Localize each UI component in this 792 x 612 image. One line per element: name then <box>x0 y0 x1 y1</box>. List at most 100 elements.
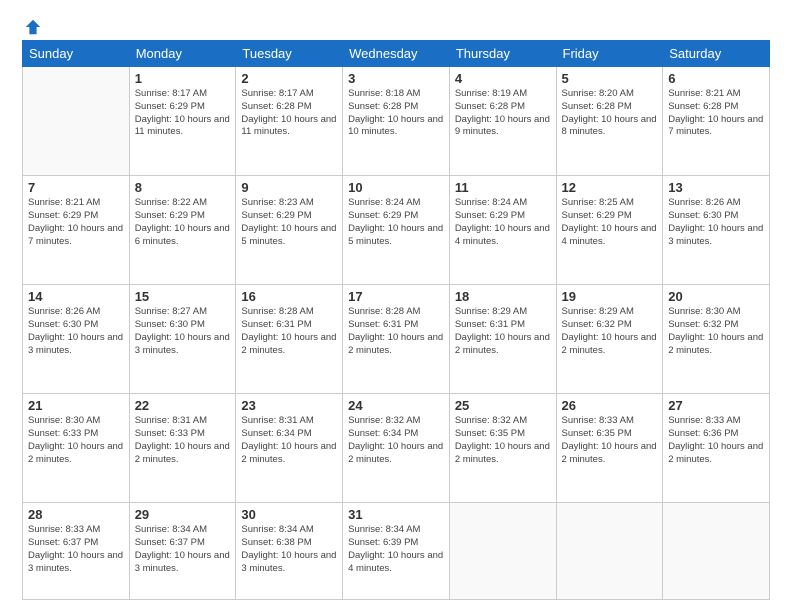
day-info: Sunrise: 8:27 AMSunset: 6:30 PMDaylight:… <box>135 306 231 357</box>
day-number: 11 <box>455 180 551 195</box>
day-of-week-header: Friday <box>556 41 663 67</box>
calendar-cell: 24 Sunrise: 8:32 AMSunset: 6:34 PMDayligh… <box>343 394 450 503</box>
day-info: Sunrise: 8:34 AMSunset: 6:39 PMDaylight:… <box>348 524 444 575</box>
day-number: 25 <box>455 398 551 413</box>
day-of-week-header: Tuesday <box>236 41 343 67</box>
day-info: Sunrise: 8:19 AMSunset: 6:28 PMDaylight:… <box>455 88 551 139</box>
calendar-cell: 17 Sunrise: 8:28 AMSunset: 6:31 PMDayligh… <box>343 285 450 394</box>
calendar-cell: 15Sunrise: 8:27 AMSunset: 6:30 PMDayligh… <box>129 285 236 394</box>
day-of-week-header: Saturday <box>663 41 770 67</box>
day-info: Sunrise: 8:20 AMSunset: 6:28 PMDaylight:… <box>562 88 658 139</box>
calendar-cell: 6Sunrise: 8:21 AMSunset: 6:28 PMDaylight… <box>663 67 770 176</box>
day-number: 23 <box>241 398 337 413</box>
day-number: 27 <box>668 398 764 413</box>
calendar-cell: 5Sunrise: 8:20 AMSunset: 6:28 PMDaylight… <box>556 67 663 176</box>
calendar-cell: 8 Sunrise: 8:22 AMSunset: 6:29 PMDaylight… <box>129 176 236 285</box>
day-number: 28 <box>28 507 124 522</box>
day-info: Sunrise: 8:32 AMSunset: 6:34 PMDaylight:… <box>348 415 444 466</box>
day-number: 1 <box>135 71 231 86</box>
day-info: Sunrise: 8:25 AMSunset: 6:29 PMDaylight:… <box>562 197 658 248</box>
calendar-cell: 2 Sunrise: 8:17 AMSunset: 6:28 PMDaylight… <box>236 67 343 176</box>
day-info: Sunrise: 8:24 AMSunset: 6:29 PMDaylight:… <box>348 197 444 248</box>
day-info: Sunrise: 8:30 AMSunset: 6:33 PMDaylight:… <box>28 415 124 466</box>
calendar-cell: 18Sunrise: 8:29 AMSunset: 6:31 PMDayligh… <box>449 285 556 394</box>
day-info: Sunrise: 8:32 AMSunset: 6:35 PMDaylight:… <box>455 415 551 466</box>
calendar-cell: 31 Sunrise: 8:34 AMSunset: 6:39 PMDayligh… <box>343 503 450 600</box>
day-number: 26 <box>562 398 658 413</box>
calendar-cell: 27 Sunrise: 8:33 AMSunset: 6:36 PMDayligh… <box>663 394 770 503</box>
day-of-week-header: Thursday <box>449 41 556 67</box>
calendar-cell: 13 Sunrise: 8:26 AMSunset: 6:30 PMDayligh… <box>663 176 770 285</box>
calendar: SundayMondayTuesdayWednesdayThursdayFrid… <box>22 40 770 600</box>
day-info: Sunrise: 8:30 AMSunset: 6:32 PMDaylight:… <box>668 306 764 357</box>
calendar-cell <box>23 67 130 176</box>
page: SundayMondayTuesdayWednesdayThursdayFrid… <box>0 0 792 612</box>
calendar-cell: 3 Sunrise: 8:18 AMSunset: 6:28 PMDaylight… <box>343 67 450 176</box>
day-number: 12 <box>562 180 658 195</box>
calendar-cell: 11 Sunrise: 8:24 AMSunset: 6:29 PMDayligh… <box>449 176 556 285</box>
day-info: Sunrise: 8:17 AMSunset: 6:29 PMDaylight:… <box>135 88 231 139</box>
header <box>22 18 770 32</box>
day-number: 9 <box>241 180 337 195</box>
calendar-cell: 19 Sunrise: 8:29 AMSunset: 6:32 PMDayligh… <box>556 285 663 394</box>
day-number: 22 <box>135 398 231 413</box>
day-number: 10 <box>348 180 444 195</box>
day-number: 29 <box>135 507 231 522</box>
calendar-cell: 26 Sunrise: 8:33 AMSunset: 6:35 PMDayligh… <box>556 394 663 503</box>
calendar-cell: 23 Sunrise: 8:31 AMSunset: 6:34 PMDayligh… <box>236 394 343 503</box>
day-number: 30 <box>241 507 337 522</box>
day-info: Sunrise: 8:33 AMSunset: 6:35 PMDaylight:… <box>562 415 658 466</box>
calendar-cell <box>449 503 556 600</box>
calendar-cell: 20 Sunrise: 8:30 AMSunset: 6:32 PMDayligh… <box>663 285 770 394</box>
day-info: Sunrise: 8:24 AMSunset: 6:29 PMDaylight:… <box>455 197 551 248</box>
logo-text <box>22 18 42 36</box>
calendar-cell: 4 Sunrise: 8:19 AMSunset: 6:28 PMDaylight… <box>449 67 556 176</box>
day-info: Sunrise: 8:34 AMSunset: 6:37 PMDaylight:… <box>135 524 231 575</box>
calendar-cell: 29 Sunrise: 8:34 AMSunset: 6:37 PMDayligh… <box>129 503 236 600</box>
day-number: 17 <box>348 289 444 304</box>
day-info: Sunrise: 8:34 AMSunset: 6:38 PMDaylight:… <box>241 524 337 575</box>
day-info: Sunrise: 8:17 AMSunset: 6:28 PMDaylight:… <box>241 88 337 139</box>
day-info: Sunrise: 8:31 AMSunset: 6:34 PMDaylight:… <box>241 415 337 466</box>
calendar-header-row: SundayMondayTuesdayWednesdayThursdayFrid… <box>23 41 770 67</box>
day-number: 14 <box>28 289 124 304</box>
day-info: Sunrise: 8:33 AMSunset: 6:36 PMDaylight:… <box>668 415 764 466</box>
calendar-cell <box>556 503 663 600</box>
day-info: Sunrise: 8:21 AMSunset: 6:29 PMDaylight:… <box>28 197 124 248</box>
day-info: Sunrise: 8:23 AMSunset: 6:29 PMDaylight:… <box>241 197 337 248</box>
day-info: Sunrise: 8:28 AMSunset: 6:31 PMDaylight:… <box>241 306 337 357</box>
day-info: Sunrise: 8:31 AMSunset: 6:33 PMDaylight:… <box>135 415 231 466</box>
calendar-cell: 9 Sunrise: 8:23 AMSunset: 6:29 PMDaylight… <box>236 176 343 285</box>
day-info: Sunrise: 8:28 AMSunset: 6:31 PMDaylight:… <box>348 306 444 357</box>
day-number: 16 <box>241 289 337 304</box>
day-number: 4 <box>455 71 551 86</box>
day-number: 8 <box>135 180 231 195</box>
logo <box>22 18 42 32</box>
day-number: 2 <box>241 71 337 86</box>
day-info: Sunrise: 8:26 AMSunset: 6:30 PMDaylight:… <box>668 197 764 248</box>
calendar-cell: 16 Sunrise: 8:28 AMSunset: 6:31 PMDayligh… <box>236 285 343 394</box>
day-number: 19 <box>562 289 658 304</box>
day-info: Sunrise: 8:26 AMSunset: 6:30 PMDaylight:… <box>28 306 124 357</box>
day-of-week-header: Monday <box>129 41 236 67</box>
day-number: 6 <box>668 71 764 86</box>
day-number: 7 <box>28 180 124 195</box>
day-info: Sunrise: 8:18 AMSunset: 6:28 PMDaylight:… <box>348 88 444 139</box>
calendar-cell: 12 Sunrise: 8:25 AMSunset: 6:29 PMDayligh… <box>556 176 663 285</box>
calendar-cell: 22 Sunrise: 8:31 AMSunset: 6:33 PMDayligh… <box>129 394 236 503</box>
day-info: Sunrise: 8:29 AMSunset: 6:31 PMDaylight:… <box>455 306 551 357</box>
day-info: Sunrise: 8:22 AMSunset: 6:29 PMDaylight:… <box>135 197 231 248</box>
calendar-cell: 21Sunrise: 8:30 AMSunset: 6:33 PMDayligh… <box>23 394 130 503</box>
calendar-cell: 10 Sunrise: 8:24 AMSunset: 6:29 PMDayligh… <box>343 176 450 285</box>
day-number: 31 <box>348 507 444 522</box>
day-number: 24 <box>348 398 444 413</box>
day-of-week-header: Wednesday <box>343 41 450 67</box>
calendar-cell <box>663 503 770 600</box>
day-info: Sunrise: 8:29 AMSunset: 6:32 PMDaylight:… <box>562 306 658 357</box>
calendar-cell: 28Sunrise: 8:33 AMSunset: 6:37 PMDayligh… <box>23 503 130 600</box>
day-number: 13 <box>668 180 764 195</box>
day-number: 20 <box>668 289 764 304</box>
calendar-cell: 1 Sunrise: 8:17 AMSunset: 6:29 PMDaylight… <box>129 67 236 176</box>
day-number: 3 <box>348 71 444 86</box>
calendar-cell: 25 Sunrise: 8:32 AMSunset: 6:35 PMDayligh… <box>449 394 556 503</box>
